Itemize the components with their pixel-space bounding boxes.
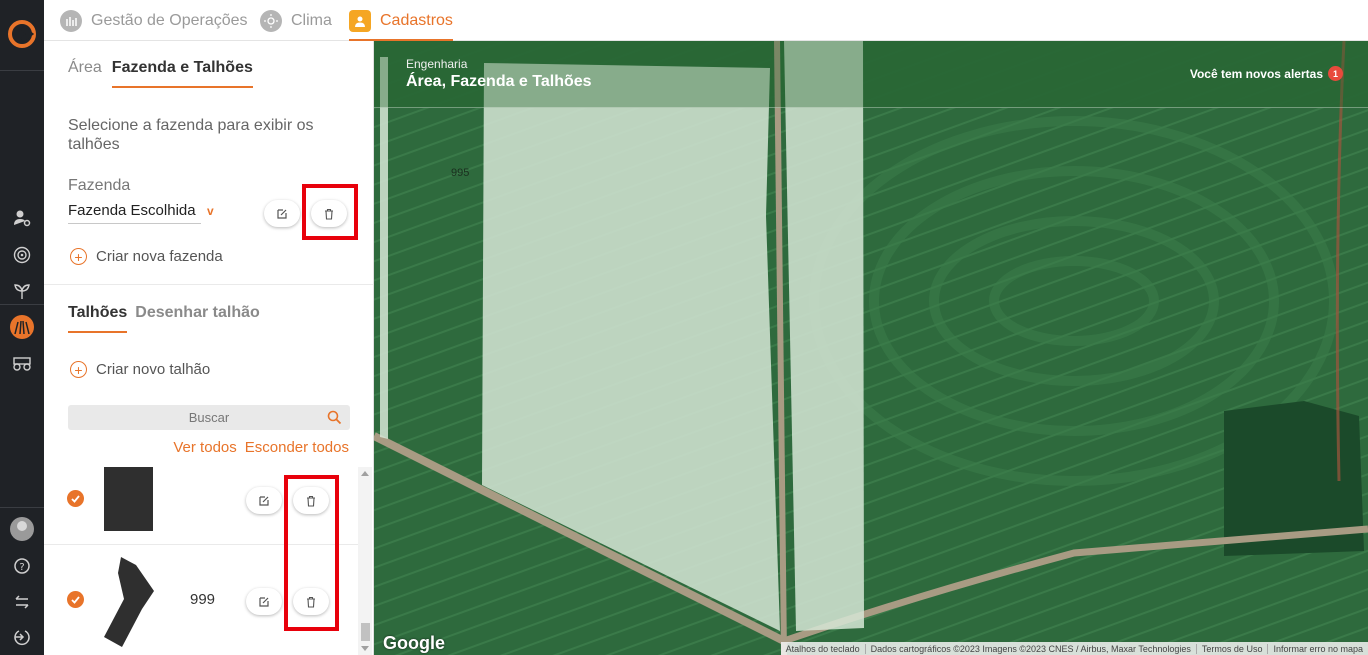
- tab-farm-plots[interactable]: Fazenda e Talhões: [111, 59, 253, 88]
- create-farm-label: Criar nova fazenda: [96, 248, 223, 265]
- svg-text:?: ?: [19, 562, 24, 573]
- tab-registrations[interactable]: Cadastros: [349, 0, 453, 41]
- tab-plots[interactable]: Talhões: [68, 304, 128, 333]
- create-plot-link[interactable]: + Criar novo talhão: [70, 361, 210, 378]
- show-all-link[interactable]: Ver todos: [173, 439, 236, 456]
- alerts-text: Você tem novos alertas: [1189, 66, 1323, 81]
- hide-all-link[interactable]: Esconder todos: [245, 439, 349, 456]
- highlight-box: [302, 184, 358, 240]
- tractor-icon[interactable]: [10, 351, 34, 375]
- search-placeholder: Buscar: [188, 410, 230, 425]
- switch-icon[interactable]: [10, 590, 34, 614]
- edit-farm-button[interactable]: [264, 200, 300, 227]
- edit-icon: [259, 596, 269, 607]
- plot-name: 999: [190, 591, 216, 608]
- map-subtitle: Engenharia: [406, 57, 468, 71]
- farm-hint-text: Selecione a fazenda para exibir os talhõ…: [68, 117, 314, 153]
- create-plot-label: Criar novo talhão: [96, 361, 211, 378]
- create-farm-link[interactable]: + Criar nova fazenda: [70, 248, 223, 265]
- left-rail: ?: [0, 0, 44, 655]
- avatar[interactable]: [10, 517, 34, 541]
- tab-operations-label: Gestão de Operações: [91, 11, 248, 29]
- person-icon: [349, 9, 371, 32]
- edit-icon: [277, 208, 287, 219]
- plot-map-label: 995: [451, 167, 470, 179]
- keyboard-shortcuts-link[interactable]: Atalhos do teclado: [781, 644, 865, 654]
- tab-weather[interactable]: Clima: [260, 0, 332, 41]
- farm-select[interactable]: Fazenda Escolhida: [68, 202, 201, 224]
- map-attribution: Atalhos do teclado Dados cartográficos ©…: [780, 642, 1368, 655]
- terms-link[interactable]: Termos de Uso: [1195, 643, 1268, 654]
- alerts-badge: 1: [1328, 66, 1343, 81]
- app-logo-icon[interactable]: [8, 20, 36, 48]
- search-icon[interactable]: [327, 410, 342, 425]
- side-panel: Área Fazenda e Talhões Selecione a fazen…: [44, 41, 374, 655]
- checkbox-checked[interactable]: [67, 591, 84, 608]
- map-title: Área, Fazenda e Talhões: [406, 73, 592, 90]
- help-icon[interactable]: ?: [10, 554, 34, 578]
- plus-circle-icon: +: [70, 361, 87, 378]
- farm-label: Fazenda: [68, 177, 131, 194]
- top-tab-bar: Gestão de Operações Clima Cadastros: [44, 0, 1368, 41]
- checkbox-checked[interactable]: [67, 490, 84, 507]
- visibility-links: Ver todos Esconder todos: [173, 439, 349, 456]
- chevron-down-icon[interactable]: v: [207, 204, 214, 218]
- plot-shape-thumbnail: [104, 557, 154, 647]
- tab-weather-label: Clima: [291, 11, 332, 29]
- tab-draw-plot[interactable]: Desenhar talhão: [135, 304, 259, 333]
- plant-icon[interactable]: [10, 279, 34, 303]
- sun-icon: [260, 9, 282, 32]
- list-scrollbar[interactable]: [358, 467, 372, 655]
- users-settings-icon[interactable]: [10, 206, 34, 230]
- edit-plot-button[interactable]: [246, 487, 282, 514]
- plus-circle-icon: +: [70, 248, 87, 265]
- tab-area[interactable]: Área: [68, 59, 102, 88]
- edit-icon: [259, 495, 269, 506]
- map-data-credit: Dados cartográficos ©2023 Imagens ©2023 …: [864, 643, 1196, 654]
- field-icon[interactable]: [10, 315, 34, 339]
- tab-registrations-label: Cadastros: [380, 11, 453, 29]
- target-icon[interactable]: [10, 243, 34, 267]
- map-header: Engenharia Área, Fazenda e Talhões Você …: [374, 41, 1368, 108]
- check-icon: [71, 596, 80, 604]
- search-input[interactable]: Buscar: [68, 405, 350, 430]
- google-logo: Google: [383, 633, 445, 653]
- alerts-link[interactable]: Você tem novos alertas 1: [1190, 66, 1343, 81]
- edit-plot-button[interactable]: [246, 588, 282, 615]
- operations-icon: [60, 9, 82, 32]
- tab-operations[interactable]: Gestão de Operações: [60, 0, 248, 41]
- satellite-map[interactable]: [374, 41, 1368, 655]
- highlight-box: [284, 475, 339, 631]
- logout-icon[interactable]: [10, 625, 34, 649]
- plot-shape-thumbnail: [104, 467, 153, 531]
- map-view[interactable]: Engenharia Área, Fazenda e Talhões Você …: [374, 41, 1368, 655]
- report-error-link[interactable]: Informar erro no mapa: [1267, 643, 1368, 654]
- panel-tabs: Área Fazenda e Talhões: [68, 59, 253, 88]
- plot-tabs: Talhões Desenhar talhão: [68, 304, 260, 333]
- check-icon: [71, 495, 80, 503]
